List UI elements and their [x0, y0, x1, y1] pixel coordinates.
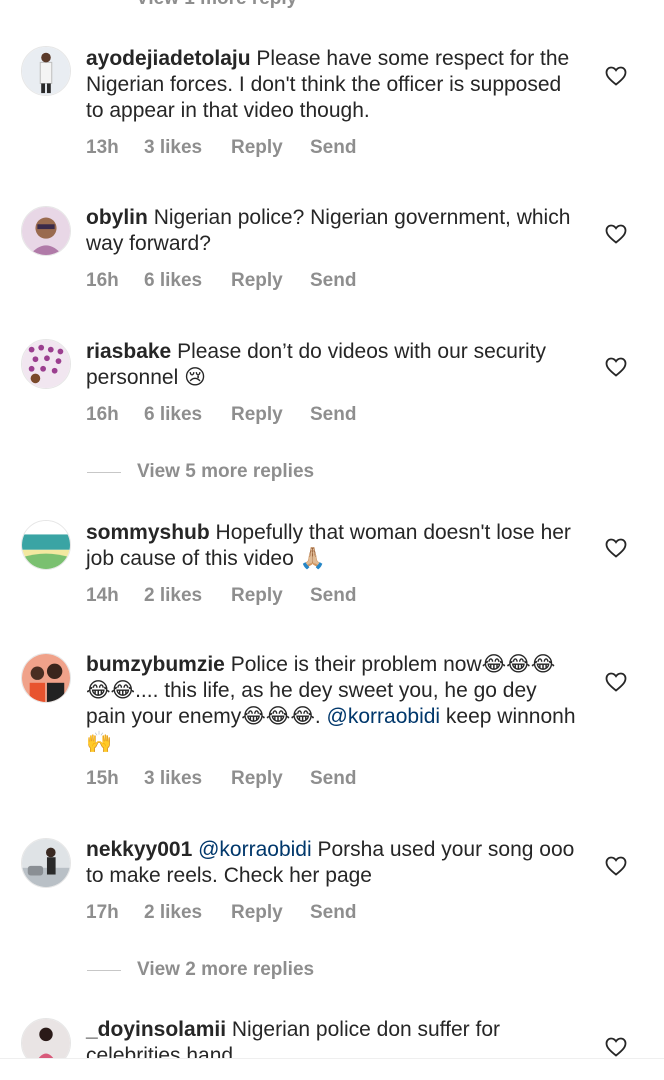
send-button[interactable]: Send — [310, 585, 356, 607]
comment-time: 16h — [86, 270, 119, 291]
comment-likes[interactable]: 3 likes — [144, 768, 231, 790]
comment-meta: 16h 6 likes Reply Send — [86, 404, 356, 426]
comment-text: bumzybumzie Police is their problem now😂… — [86, 652, 576, 756]
comment-text: obylin Nigerian police? Nigerian governm… — [86, 205, 576, 257]
comment-username[interactable]: obylin — [86, 206, 148, 229]
comment-meta: 15h 3 likes Reply Send — [86, 768, 356, 790]
comment-text: nekkyy001 @korraobidi Porsha used your s… — [86, 837, 576, 889]
avatar[interactable] — [21, 653, 71, 703]
comment-body: Nigerian police? Nigerian government, wh… — [86, 206, 571, 255]
heart-icon[interactable] — [604, 64, 628, 88]
view-more-replies[interactable]: View 5 more replies — [87, 461, 314, 483]
heart-icon[interactable] — [604, 1035, 628, 1059]
comment-username[interactable]: _doyinsolamii — [86, 1018, 226, 1041]
comment-username[interactable]: nekkyy001 — [86, 838, 192, 861]
bottom-edge — [0, 1058, 664, 1080]
comment-time: 14h — [86, 585, 119, 606]
divider-line — [87, 471, 121, 473]
reply-button[interactable]: Reply — [231, 270, 310, 292]
send-button[interactable]: Send — [310, 270, 356, 292]
divider-line — [87, 969, 121, 971]
comment-likes[interactable]: 2 likes — [144, 902, 231, 924]
send-button[interactable]: Send — [310, 137, 356, 159]
reply-button[interactable]: Reply — [231, 902, 310, 924]
send-button[interactable]: Send — [310, 768, 356, 790]
view-more-replies-label: View 2 more replies — [137, 959, 315, 980]
comment-likes[interactable]: 6 likes — [144, 404, 231, 426]
avatar[interactable] — [21, 838, 71, 888]
comment-meta: 14h 2 likes Reply Send — [86, 585, 356, 607]
mention-link[interactable]: @korraobidi — [198, 838, 312, 861]
send-button[interactable]: Send — [310, 902, 356, 924]
reply-button[interactable]: Reply — [231, 768, 310, 790]
avatar[interactable] — [21, 46, 71, 96]
comment-text: ayodejiadetolaju Please have some respec… — [86, 46, 576, 124]
reply-button[interactable]: Reply — [231, 137, 310, 159]
comment-time: 16h — [86, 404, 119, 425]
comment-meta: 17h 2 likes Reply Send — [86, 902, 356, 924]
mention-link[interactable]: @korraobidi — [327, 705, 441, 728]
view-more-replies[interactable]: View 2 more replies — [87, 959, 314, 981]
reply-button[interactable]: Reply — [231, 585, 310, 607]
heart-icon[interactable] — [604, 854, 628, 878]
heart-icon[interactable] — [604, 670, 628, 694]
comment-time: 13h — [86, 137, 119, 158]
comment-meta: 16h 6 likes Reply Send — [86, 270, 356, 292]
comment-likes[interactable]: 2 likes — [144, 585, 231, 607]
comment-username[interactable]: bumzybumzie — [86, 653, 225, 676]
reply-button[interactable]: Reply — [231, 404, 310, 426]
view-more-replies-cut[interactable]: View 1 more reply — [136, 0, 297, 10]
view-more-replies-label: View 5 more replies — [137, 461, 315, 482]
comment-text: riasbake Please don’t do videos with our… — [86, 339, 576, 391]
comment-likes[interactable]: 3 likes — [144, 137, 231, 159]
comment-username[interactable]: ayodejiadetolaju — [86, 47, 251, 70]
comment-text: sommyshub Hopefully that woman doesn't l… — [86, 520, 576, 572]
comment-time: 15h — [86, 768, 119, 789]
comment-time: 17h — [86, 902, 119, 923]
comment-username[interactable]: sommyshub — [86, 521, 210, 544]
comment-meta: 13h 3 likes Reply Send — [86, 137, 356, 159]
avatar[interactable] — [21, 339, 71, 389]
comment-likes[interactable]: 6 likes — [144, 270, 231, 292]
avatar[interactable] — [21, 520, 71, 570]
heart-icon[interactable] — [604, 222, 628, 246]
comment-username[interactable]: riasbake — [86, 340, 171, 363]
heart-icon[interactable] — [604, 536, 628, 560]
avatar[interactable] — [21, 206, 71, 256]
heart-icon[interactable] — [604, 355, 628, 379]
send-button[interactable]: Send — [310, 404, 356, 426]
